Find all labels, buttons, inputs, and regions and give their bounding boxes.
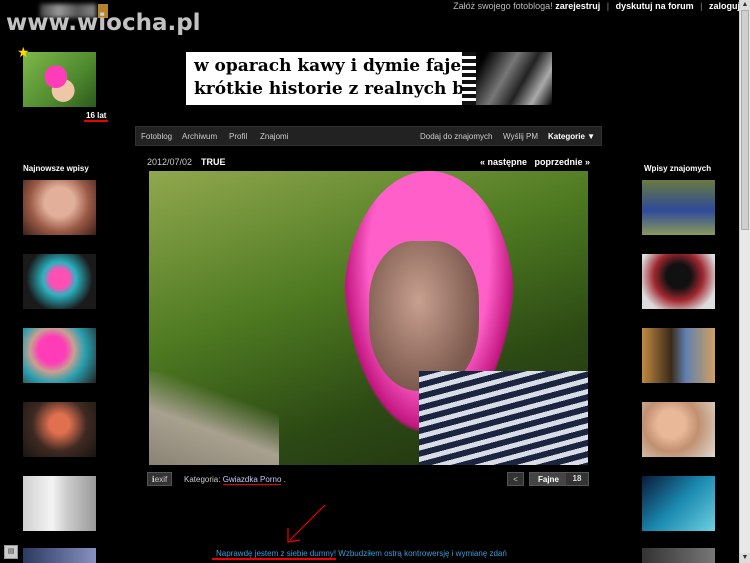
nav-fotoblog[interactable]: Fotoblog bbox=[141, 132, 172, 141]
friend-post-thumb[interactable] bbox=[642, 254, 715, 309]
exif-label: exif bbox=[154, 475, 168, 484]
next-link[interactable]: « następne bbox=[480, 157, 527, 167]
comment-text: ! Wzbudziłem ostrą kontrowersję i wymian… bbox=[333, 549, 507, 558]
separator: | bbox=[700, 1, 703, 11]
annotation-arrow-icon bbox=[287, 504, 326, 543]
latest-post-thumb[interactable] bbox=[23, 402, 96, 457]
scroll-up-icon[interactable]: ▲ bbox=[740, 0, 750, 10]
main-photo[interactable] bbox=[149, 171, 588, 465]
banner-photo bbox=[476, 52, 552, 105]
friend-post-thumb[interactable] bbox=[642, 328, 715, 383]
category-dot: . bbox=[283, 475, 286, 484]
like-count: 18 bbox=[566, 473, 588, 485]
annotation-underline bbox=[212, 558, 336, 560]
top-bar-intro: Załóż swojego fotobloga! bbox=[453, 1, 553, 11]
friend-post-thumb[interactable] bbox=[642, 548, 715, 563]
forum-link[interactable]: dyskutuj na forum bbox=[616, 1, 694, 11]
post-category: Kategoria: Gwiazdka Porno . bbox=[184, 475, 286, 485]
post-date: 2012/07/02 bbox=[147, 157, 193, 167]
profile-avatar[interactable] bbox=[23, 52, 96, 107]
page-icon[interactable]: ▤ bbox=[4, 545, 18, 559]
profile-age: 16 lat bbox=[84, 111, 109, 122]
chevron-down-icon: ▼ bbox=[587, 132, 596, 141]
comment-underlined-text[interactable]: Naprawdę jestem z siebie dumny bbox=[216, 549, 334, 558]
watermark-logo: www.wiocha.pl bbox=[6, 10, 201, 36]
friend-post-thumb[interactable] bbox=[642, 402, 715, 457]
banner-line-2: krótkie historie z realnych bajek bbox=[194, 79, 504, 99]
nav-profil[interactable]: Profil bbox=[229, 132, 247, 141]
friends-posts-title: Wpisy znajomych bbox=[644, 164, 712, 173]
blog-nav: Fotoblog Archiwum Profil Znajomi Dodaj d… bbox=[135, 126, 602, 146]
scrollbar-thumb[interactable] bbox=[741, 10, 749, 230]
nav-archiwum[interactable]: Archiwum bbox=[182, 132, 217, 141]
photo-subject-shirt bbox=[419, 371, 588, 465]
scrollbar[interactable]: ▲ ▼ bbox=[739, 0, 750, 563]
banner-filmstrip bbox=[462, 52, 476, 105]
like-label: Fajne bbox=[538, 475, 559, 484]
latest-post-thumb[interactable] bbox=[23, 548, 96, 563]
exif-button[interactable]: ℹexif bbox=[147, 472, 172, 486]
latest-post-thumb[interactable] bbox=[23, 180, 96, 235]
scroll-down-icon[interactable]: ▼ bbox=[740, 553, 750, 563]
send-pm-link[interactable]: Wyślij PM bbox=[503, 132, 538, 141]
like-button[interactable]: Fajne 18 bbox=[529, 472, 589, 486]
latest-post-thumb[interactable] bbox=[23, 476, 96, 531]
category-link[interactable]: Gwiazdka Porno bbox=[222, 475, 282, 485]
banner-line-1: w oparach kawy i dymie fajek, bbox=[194, 56, 479, 76]
separator: | bbox=[606, 1, 610, 11]
categories-label: Kategorie bbox=[548, 132, 585, 141]
post-title: TRUE bbox=[201, 157, 226, 167]
share-icon: < bbox=[513, 475, 518, 484]
post-pager: « następne poprzednie » bbox=[480, 157, 590, 167]
share-button[interactable]: < bbox=[507, 472, 524, 486]
latest-post-thumb[interactable] bbox=[23, 254, 96, 309]
nav-znajomi[interactable]: Znajomi bbox=[260, 132, 288, 141]
friend-post-thumb[interactable] bbox=[642, 476, 715, 531]
register-link[interactable]: zarejestruj bbox=[555, 1, 600, 11]
photo-subject-face bbox=[369, 241, 479, 391]
top-bar: Załóż swojego fotobloga! zarejestruj | d… bbox=[453, 1, 740, 11]
friend-post-thumb[interactable] bbox=[642, 180, 715, 235]
blog-banner: w oparach kawy i dymie fajek, krótkie hi… bbox=[186, 52, 552, 105]
photo-background-path bbox=[149, 371, 279, 465]
latest-posts-title: Najnowsze wpisy bbox=[23, 164, 89, 173]
post-comment: Naprawdę jestem z siebie dumny! Wzbudził… bbox=[216, 549, 507, 558]
star-icon: ★ bbox=[17, 44, 30, 60]
category-label: Kategoria: bbox=[184, 475, 221, 484]
add-friend-link[interactable]: Dodaj do znajomych bbox=[420, 132, 492, 141]
categories-dropdown[interactable]: Kategorie ▼ bbox=[548, 132, 595, 141]
latest-post-thumb[interactable] bbox=[23, 328, 96, 383]
prev-link[interactable]: poprzednie » bbox=[534, 157, 590, 167]
login-link[interactable]: zaloguj bbox=[709, 1, 740, 11]
